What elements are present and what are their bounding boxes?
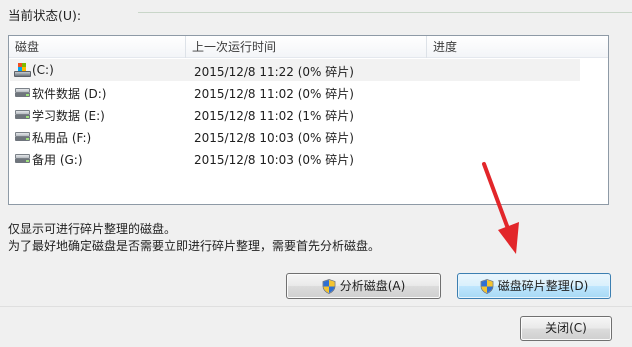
disk-row-d[interactable]: 软件数据 (D:) 2015/12/8 11:02 (0% 碎片) [10, 81, 580, 103]
disk-last-run: 2015/12/8 10:03 (0% 碎片) [194, 153, 354, 167]
uac-shield-icon [322, 278, 336, 294]
disk-row-c[interactable]: (C:) 2015/12/8 11:22 (0% 碎片) [10, 59, 580, 81]
bottom-divider [0, 306, 632, 307]
column-header-last-run[interactable]: 上一次运行时间 [186, 36, 426, 58]
disk-name: (C:) [32, 63, 54, 77]
close-button[interactable]: 关闭(C) [520, 316, 612, 341]
disk-row-f[interactable]: 私用品 (F:) 2015/12/8 10:03 (0% 碎片) [10, 125, 580, 147]
column-header-disk[interactable]: 磁盘 [9, 36, 185, 58]
drive-icon [15, 88, 31, 98]
info-note-defraggable: 仅显示可进行碎片整理的磁盘。 [8, 222, 177, 236]
close-label: 关闭(C) [545, 321, 587, 335]
disk-last-run: 2015/12/8 10:03 (0% 碎片) [194, 131, 354, 145]
analyze-disk-button[interactable]: 分析磁盘(A) [286, 273, 441, 299]
defragment-disk-label: 磁盘碎片整理(D) [497, 279, 589, 293]
drive-icon [15, 132, 31, 142]
info-note-analyze-first: 为了最好地确定磁盘是否需要立即进行碎片整理，需要首先分析磁盘。 [8, 239, 381, 253]
column-header-progress[interactable]: 进度 [427, 36, 608, 58]
disk-row-e[interactable]: 学习数据 (E:) 2015/12/8 11:02 (1% 碎片) [10, 103, 580, 125]
disk-last-run: 2015/12/8 11:22 (0% 碎片) [194, 65, 354, 79]
disk-last-run: 2015/12/8 11:02 (1% 碎片) [194, 109, 354, 123]
drive-icon [15, 110, 31, 120]
disk-name: 软件数据 (D:) [32, 87, 107, 101]
disk-name: 私用品 (F:) [32, 131, 92, 145]
analyze-disk-label: 分析磁盘(A) [339, 279, 406, 293]
drive-icon [15, 154, 31, 164]
status-label: 当前状态(U): [8, 8, 82, 23]
uac-shield-icon [480, 278, 494, 294]
annotation-arrow-icon [482, 162, 519, 254]
system-drive-icon [14, 62, 32, 78]
defragment-disk-button[interactable]: 磁盘碎片整理(D) [457, 273, 611, 299]
disk-last-run: 2015/12/8 11:02 (0% 碎片) [194, 87, 354, 101]
disk-name: 学习数据 (E:) [32, 109, 105, 123]
disk-name: 备用 (G:) [32, 153, 83, 167]
status-divider [138, 12, 632, 13]
